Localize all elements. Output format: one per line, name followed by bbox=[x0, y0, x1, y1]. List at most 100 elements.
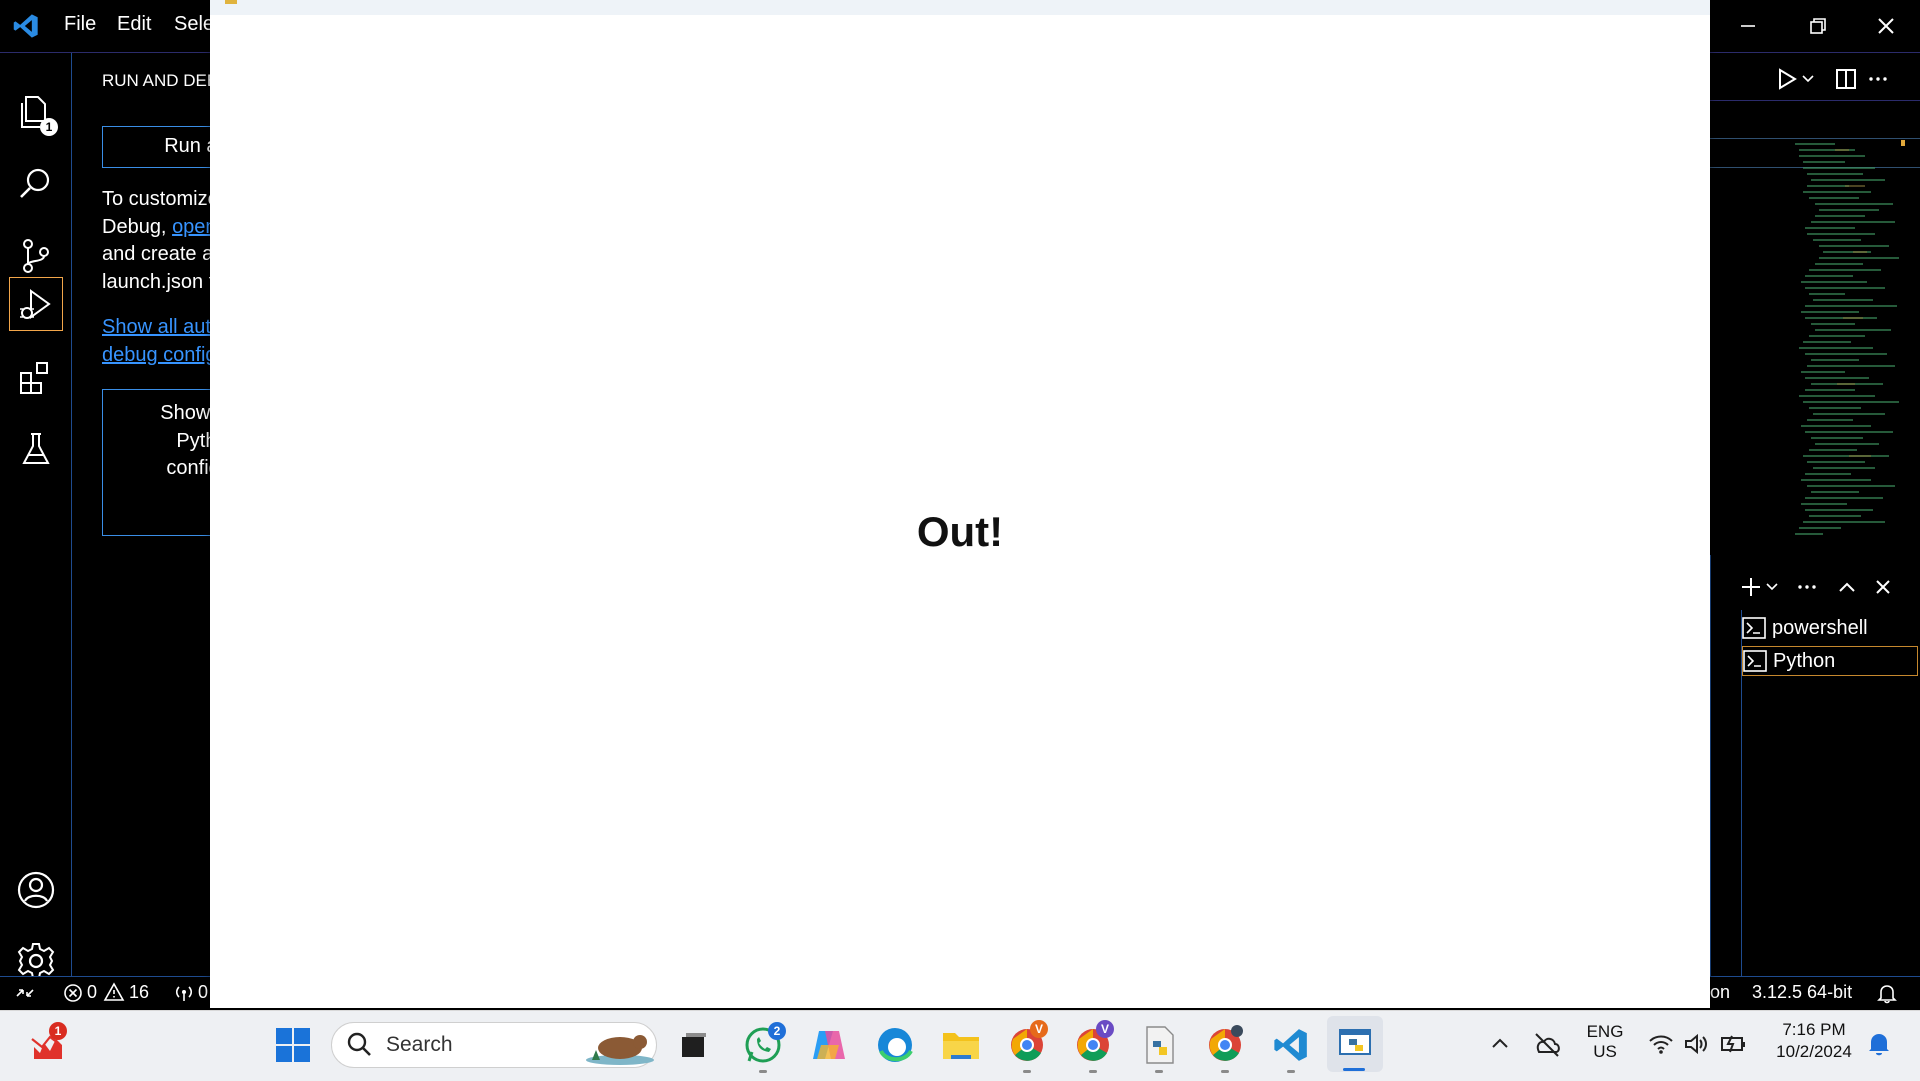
region-code: US bbox=[1593, 1042, 1617, 1061]
menu-selection[interactable]: Sele bbox=[174, 13, 214, 36]
menu-file[interactable]: File bbox=[64, 13, 96, 36]
chrome-profile-icon[interactable]: V bbox=[1004, 1020, 1050, 1073]
window-titlebar[interactable] bbox=[210, 0, 1710, 15]
show-button-line: Pytho bbox=[176, 429, 212, 452]
close-panel-icon[interactable] bbox=[1871, 575, 1895, 599]
chrome-profile-badge: V bbox=[1030, 1020, 1048, 1038]
extensions-icon[interactable] bbox=[12, 354, 60, 402]
status-language-partial[interactable]: on bbox=[1710, 982, 1730, 1003]
python-window-taskbar-icon[interactable] bbox=[1327, 1016, 1383, 1072]
ports-icon[interactable] bbox=[173, 982, 195, 1002]
window-app-icon bbox=[225, 0, 237, 4]
chrome-icon[interactable] bbox=[1202, 1022, 1248, 1073]
sidebar-links: Show all auto debug config bbox=[102, 314, 212, 369]
wifi-icon[interactable] bbox=[1648, 1032, 1674, 1056]
running-indicator bbox=[1089, 1070, 1097, 1073]
running-indicator bbox=[1155, 1070, 1163, 1073]
terminal-icon bbox=[1743, 650, 1767, 672]
more-actions-icon[interactable] bbox=[1866, 67, 1890, 91]
notifications-bell-icon[interactable] bbox=[1876, 982, 1898, 1004]
accounts-icon[interactable] bbox=[12, 866, 60, 914]
error-icon[interactable] bbox=[63, 983, 83, 1003]
vscode-taskbar-icon[interactable] bbox=[1268, 1022, 1314, 1073]
split-editor-icon[interactable] bbox=[1834, 67, 1858, 91]
sidebar-text-line: Debug, bbox=[102, 215, 167, 238]
more-actions-icon[interactable] bbox=[1795, 575, 1819, 599]
run-debug-sidebar: RUN AND DEB Run and To customize Debug, … bbox=[72, 53, 212, 1008]
editor-tab-divider bbox=[1710, 100, 1920, 101]
terminal-tab-powershell[interactable]: powershell bbox=[1742, 613, 1918, 643]
active-window-indicator bbox=[1343, 1068, 1365, 1071]
explorer-icon[interactable]: 1 bbox=[12, 88, 60, 136]
open-launch-link[interactable]: open bbox=[172, 216, 212, 238]
copilot-icon[interactable] bbox=[806, 1022, 852, 1068]
edge-browser-icon[interactable] bbox=[872, 1022, 918, 1068]
source-control-icon[interactable] bbox=[12, 232, 60, 280]
show-all-configs-link[interactable]: debug config bbox=[102, 342, 212, 370]
sidebar-text-line: To customize bbox=[102, 188, 212, 210]
terminal-icon bbox=[1742, 617, 1766, 639]
show-button-line: configur bbox=[166, 457, 212, 479]
terminal-tab-python[interactable]: Python bbox=[1742, 646, 1918, 676]
chevron-up-icon[interactable] bbox=[1488, 1032, 1512, 1056]
running-indicator bbox=[1287, 1070, 1295, 1073]
minimap[interactable] bbox=[1775, 140, 1905, 550]
restore-icon[interactable] bbox=[1797, 12, 1837, 40]
file-explorer-icon[interactable] bbox=[938, 1022, 984, 1068]
whatsapp-badge: 2 bbox=[768, 1022, 786, 1040]
out-message: Out! bbox=[916, 508, 1004, 555]
error-count[interactable]: 0 bbox=[87, 982, 97, 1003]
new-terminal-icon[interactable] bbox=[1739, 575, 1763, 599]
sidebar-text-line: Debug, open bbox=[102, 214, 212, 242]
start-windows-icon[interactable] bbox=[270, 1022, 316, 1068]
ports-count[interactable]: 0 bbox=[198, 982, 208, 1003]
onedrive-offline-icon[interactable] bbox=[1532, 1030, 1562, 1058]
chrome-profile-icon[interactable]: V bbox=[1070, 1020, 1116, 1073]
chevron-down-icon[interactable] bbox=[1801, 73, 1815, 85]
terminal-tab-label: powershell bbox=[1772, 616, 1868, 639]
widgets-icon[interactable]: 1 bbox=[25, 1022, 71, 1068]
taskbar-search-placeholder: Search bbox=[386, 1033, 453, 1056]
clock-time: 7:16 PM bbox=[1782, 1020, 1846, 1039]
terminal-tab-label: Python bbox=[1773, 649, 1836, 672]
search-icon[interactable] bbox=[12, 160, 60, 208]
activity-bar: 1 bbox=[0, 53, 72, 1008]
whatsapp-icon[interactable]: 2 bbox=[740, 1022, 786, 1073]
task-view-icon[interactable] bbox=[671, 1022, 717, 1068]
run-python-file-icon[interactable] bbox=[1775, 67, 1799, 91]
remote-icon[interactable] bbox=[14, 983, 36, 1003]
language-code: ENG bbox=[1586, 1022, 1624, 1041]
run-and-debug-button-label: Run and bbox=[164, 135, 212, 157]
bing-bear-icon bbox=[586, 1035, 654, 1065]
testing-icon[interactable] bbox=[12, 425, 60, 473]
menu-edit[interactable]: Edit bbox=[117, 13, 151, 36]
run-and-debug-button[interactable]: Run and bbox=[102, 126, 212, 168]
input-language-indicator[interactable]: ENG US bbox=[1580, 1022, 1630, 1062]
show-button-line: Show aut bbox=[160, 402, 212, 424]
sidebar-title: RUN AND DEB bbox=[102, 71, 212, 90]
clock[interactable]: 7:16 PM 10/2/2024 bbox=[1764, 1020, 1864, 1062]
widgets-badge: 1 bbox=[49, 1022, 67, 1040]
python-interpreter[interactable]: 3.12.5 64-bit bbox=[1752, 982, 1852, 1003]
show-all-configs-link[interactable]: Show all auto bbox=[102, 314, 212, 342]
show-python-configs-button[interactable]: Show aut Pytho configur bbox=[102, 389, 212, 536]
minimize-icon[interactable] bbox=[1728, 12, 1768, 40]
python-output-window[interactable]: Out! bbox=[210, 0, 1710, 1008]
explorer-badge: 1 bbox=[40, 118, 58, 136]
volume-icon[interactable] bbox=[1683, 1032, 1709, 1056]
chevron-down-icon[interactable] bbox=[1765, 581, 1779, 593]
clock-date: 10/2/2024 bbox=[1776, 1042, 1852, 1061]
warning-count[interactable]: 16 bbox=[129, 982, 149, 1003]
battery-charging-icon[interactable] bbox=[1720, 1032, 1748, 1056]
maximize-panel-icon[interactable] bbox=[1835, 575, 1859, 599]
running-indicator bbox=[1023, 1070, 1031, 1073]
close-icon[interactable] bbox=[1866, 12, 1906, 40]
sidebar-description: To customize Debug, open and create a la… bbox=[102, 186, 212, 296]
sidebar-text-line: and create a bbox=[102, 243, 212, 265]
chrome-profile-badge: V bbox=[1096, 1020, 1114, 1038]
vscode-logo-icon bbox=[13, 14, 38, 38]
warning-icon[interactable] bbox=[103, 982, 125, 1002]
run-and-debug-icon[interactable] bbox=[9, 277, 63, 331]
notification-bell-icon[interactable] bbox=[1866, 1030, 1892, 1058]
python-idle-icon[interactable] bbox=[1136, 1022, 1182, 1073]
